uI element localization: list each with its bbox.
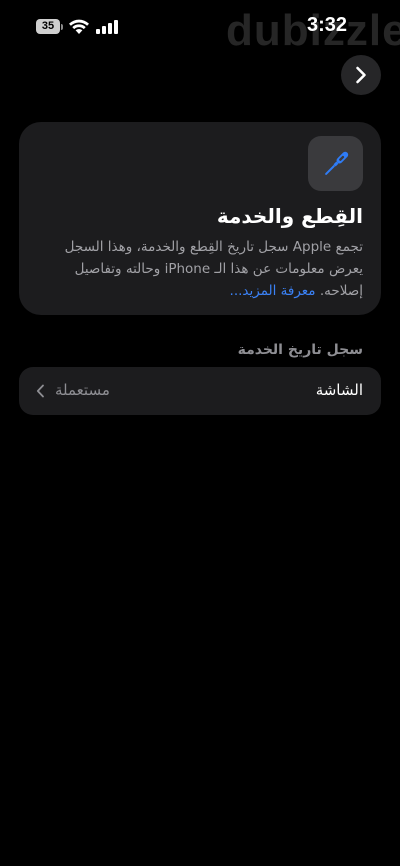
screwdriver-icon [308, 136, 363, 191]
section-header: سجل تاريخ الخدمة [237, 342, 363, 358]
parts-service-card: القِطع والخدمة تجمع Apple سجل تاريخ القِ… [19, 122, 381, 315]
forward-button[interactable] [341, 55, 381, 95]
status-time: 3:32 [306, 14, 348, 36]
list-item-display[interactable]: الشاشة مستعملة [19, 367, 381, 415]
status-bar: 35 dubizzle 3:32 [0, 0, 400, 55]
card-title: القِطع والخدمة [216, 204, 363, 228]
wifi-icon [69, 19, 89, 34]
battery-icon: 35 [36, 19, 63, 34]
card-description: تجمع Apple سجل تاريخ القِطع والخدمة، وهذ… [35, 236, 363, 302]
chevron-right-icon [356, 66, 366, 84]
battery-level: 35 [36, 19, 60, 34]
chevron-left-icon [36, 384, 44, 398]
card-body-text: تجمع Apple سجل تاريخ القِطع والخدمة، وهذ… [64, 239, 363, 299]
signal-icon [96, 20, 118, 34]
row-value: مستعملة [55, 381, 110, 399]
learn-more-link[interactable]: معرفة المزيد... [230, 283, 316, 299]
row-label: الشاشة [315, 381, 363, 399]
